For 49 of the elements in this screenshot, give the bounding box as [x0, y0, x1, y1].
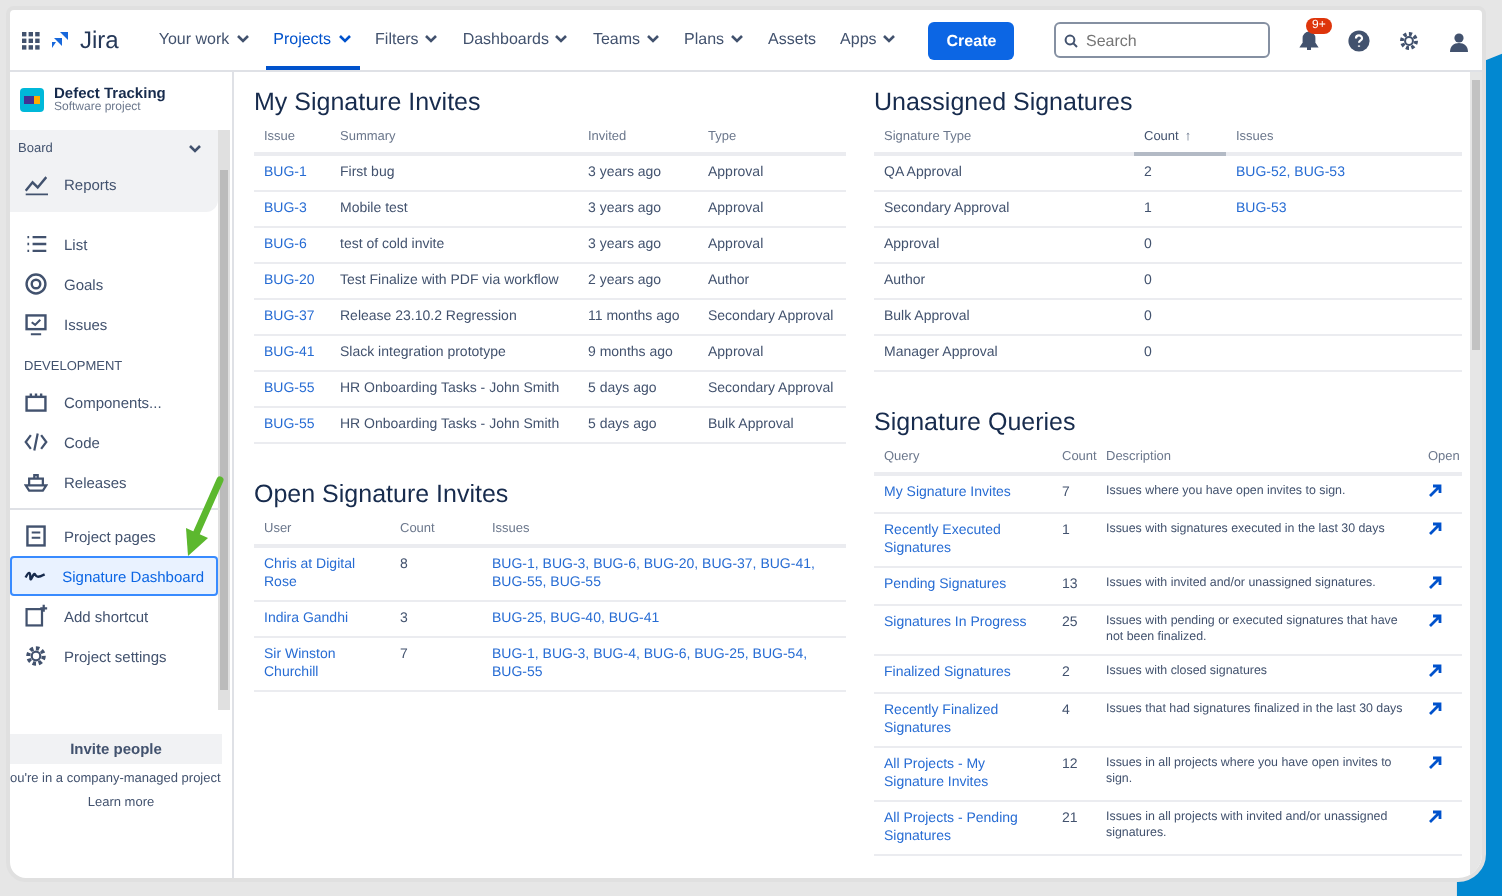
nav-menu-item[interactable]: Filters	[367, 10, 447, 70]
open-link-icon[interactable]	[1428, 484, 1442, 498]
ship-icon	[24, 470, 48, 494]
page-icon	[24, 524, 48, 548]
monitor-icon	[24, 312, 48, 336]
app-grid-icon[interactable]	[22, 31, 40, 49]
settings-icon	[24, 644, 48, 668]
calendar-icon	[24, 390, 48, 414]
section-title: Unassigned Signatures	[874, 88, 1135, 116]
chevron-down-icon	[646, 33, 661, 43]
chevron-down-icon	[554, 33, 569, 43]
bell-icon[interactable]	[1298, 29, 1320, 51]
list-icon	[24, 232, 48, 256]
nav-menu-item[interactable]: Projects	[265, 10, 360, 70]
create-button[interactable]: Create	[928, 21, 1015, 59]
avatar-icon[interactable]	[1448, 29, 1470, 51]
help-icon[interactable]	[1348, 29, 1370, 51]
open-link-icon[interactable]	[1428, 702, 1442, 716]
jira-logo-icon	[50, 30, 70, 50]
search-input[interactable]: Search	[1054, 22, 1270, 58]
project-icon	[20, 87, 44, 111]
chevron-down-icon	[424, 33, 439, 43]
settings-icon[interactable]	[1398, 29, 1420, 51]
chevron-down-icon	[730, 33, 745, 43]
nav-menu-item[interactable]: Teams	[584, 10, 669, 70]
code-icon	[24, 430, 48, 454]
nav-menu-item[interactable]: Dashboards	[454, 10, 577, 70]
nav-menu-item[interactable]: Plans	[676, 10, 753, 70]
open-link-icon[interactable]	[1428, 756, 1442, 770]
open-link-icon[interactable]	[1428, 810, 1442, 824]
open-link-icon[interactable]	[1428, 664, 1442, 678]
chevron-down-icon	[882, 33, 897, 43]
nav-menu-item[interactable]: Your work	[150, 10, 258, 70]
nav-menu-item[interactable]: Apps	[832, 10, 905, 70]
add-page-icon	[24, 604, 48, 628]
chevron-down-icon	[235, 33, 250, 43]
open-link-icon[interactable]	[1428, 576, 1442, 590]
open-link-icon[interactable]	[1428, 614, 1442, 628]
chevron-icon	[188, 144, 202, 154]
nav-menu-item[interactable]: Assets	[760, 10, 825, 70]
section-title: Signature Queries	[874, 408, 1078, 436]
section-title: Open Signature Invites	[254, 480, 511, 508]
line-chart-icon	[24, 172, 48, 196]
target-icon	[24, 272, 48, 296]
app-logo-text: Jira	[80, 26, 119, 54]
chevron-down-icon	[337, 33, 352, 43]
arrow-annotation	[182, 474, 226, 558]
section-title: My Signature Invites	[254, 88, 483, 116]
open-link-icon[interactable]	[1428, 522, 1442, 536]
